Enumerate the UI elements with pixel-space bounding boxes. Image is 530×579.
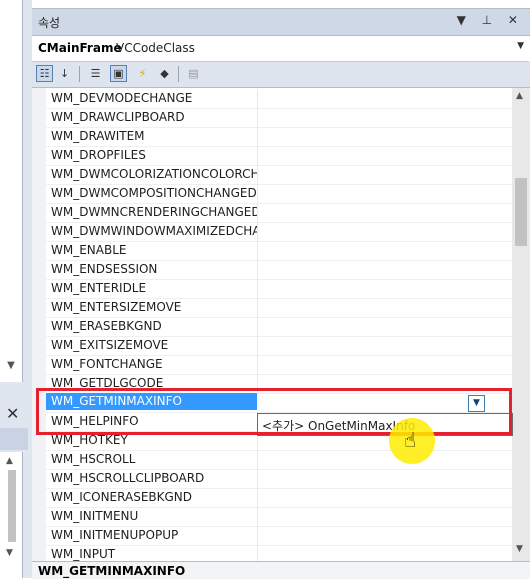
alphabetical-icon[interactable]: ↓ <box>56 65 73 82</box>
grid-row[interactable]: WM_DWMNCRENDERINGCHANGED <box>46 203 512 223</box>
column-divider <box>257 469 258 488</box>
overrides-icon[interactable]: ◆ <box>156 65 173 82</box>
grid-row[interactable]: WM_EXITSIZEMOVE <box>46 336 512 356</box>
message-name: WM_DRAWCLIPBOARD <box>51 110 185 124</box>
message-name: WM_EXITSIZEMOVE <box>51 338 169 352</box>
column-divider <box>257 298 258 317</box>
object-name: CMainFrame <box>38 41 122 55</box>
grid-row[interactable]: WM_DWMCOMPOSITIONCHANGED <box>46 184 512 204</box>
scroll-down-icon[interactable]: ▼ <box>516 544 523 554</box>
grid-row[interactable]: WM_INPUT <box>46 545 512 561</box>
close-icon[interactable]: ✕ <box>6 404 19 423</box>
grid-row[interactable]: WM_HSCROLL <box>46 450 512 470</box>
column-divider <box>257 317 258 336</box>
properties-toolbar: ☷ ↓ ☰ ▣ ⚡ ◆ ▤ <box>32 62 530 88</box>
column-divider <box>257 526 258 545</box>
message-name: WM_ENTERSIZEMOVE <box>51 300 182 314</box>
message-name: WM_DROPFILES <box>51 148 146 162</box>
grid-gutter <box>32 88 46 561</box>
message-name: WM_HSCROLLCLIPBOARD <box>51 471 205 485</box>
vertical-scrollbar[interactable]: ▲ ▼ <box>512 88 530 561</box>
column-divider <box>257 545 258 561</box>
categorized-icon[interactable]: ☷ <box>36 65 53 82</box>
grid-row[interactable]: WM_INITMENU <box>46 507 512 527</box>
message-name: WM_DWMWINDOWMAXIMIZEDCHAN <box>51 224 257 238</box>
scroll-up-icon[interactable]: ▲ <box>516 91 523 101</box>
top-strip <box>32 0 530 9</box>
panel-window-icons[interactable]: ▼ ⊥ ✕ <box>457 13 524 27</box>
column-divider <box>257 89 258 108</box>
grid-row[interactable]: WM_INITMENUPOPUP <box>46 526 512 546</box>
message-name: WM_DRAWITEM <box>51 129 145 143</box>
grid-row[interactable]: WM_DWMCOLORIZATIONCOLORCHA <box>46 165 512 185</box>
left-tab-area <box>0 428 28 450</box>
grid-row[interactable]: WM_ENTERSIZEMOVE <box>46 298 512 318</box>
object-selector[interactable]: CMainFrame VCCodeClass ▼ <box>32 36 529 62</box>
message-name: WM_INPUT <box>51 547 116 561</box>
column-divider <box>257 165 258 184</box>
left-lower-scroll-down-icon[interactable]: ▼ <box>6 548 13 558</box>
column-divider <box>257 450 258 469</box>
message-name: WM_ENTERIDLE <box>51 281 147 295</box>
message-grid: WM_DEVMODECHANGE WM_DRAWCLIPBOARD WM_DRAWI… <box>32 88 512 561</box>
column-divider <box>257 222 258 241</box>
message-name: WM_ENABLE <box>51 243 127 257</box>
column-divider <box>257 336 258 355</box>
hand-cursor-icon: ☝ <box>404 428 417 452</box>
column-divider <box>257 146 258 165</box>
column-divider <box>257 260 258 279</box>
left-lower-scroll-up-icon[interactable]: ▲ <box>6 456 13 466</box>
message-name: WM_FONTCHANGE <box>51 357 163 371</box>
panel-title-bar: 속성 ▼ ⊥ ✕ <box>32 9 530 36</box>
grid-row[interactable]: WM_FONTCHANGE <box>46 355 512 375</box>
message-name: WM_ERASEBKGND <box>51 319 162 333</box>
message-name: WM_HSCROLL <box>51 452 136 466</box>
column-divider <box>257 355 258 374</box>
column-divider <box>257 184 258 203</box>
left-upper-pane <box>0 0 23 382</box>
column-divider <box>257 127 258 146</box>
message-name: WM_DWMNCRENDERINGCHANGED <box>51 205 257 219</box>
message-name: WM_INITMENU <box>51 509 139 523</box>
grid-row[interactable]: WM_DRAWITEM <box>46 127 512 147</box>
toolbar-separator <box>79 66 80 82</box>
scroll-thumb[interactable] <box>515 178 527 246</box>
left-lower-scroll-thumb[interactable] <box>8 470 16 542</box>
grid-row[interactable]: WM_DEVMODECHANGE <box>46 89 512 109</box>
message-name: WM_DWMCOLORIZATIONCOLORCHA <box>51 167 257 181</box>
message-name: WM_ICONERASEBKGND <box>51 490 193 504</box>
column-divider <box>257 108 258 127</box>
properties-icon[interactable]: ☰ <box>87 65 104 82</box>
column-divider <box>257 241 258 260</box>
grid-row[interactable]: WM_ENTERIDLE <box>46 279 512 299</box>
message-name: WM_HOTKEY <box>51 433 128 447</box>
grid-row[interactable]: WM_DROPFILES <box>46 146 512 166</box>
highlight-annotation <box>36 388 512 435</box>
grid-row[interactable]: WM_DWMWINDOWMAXIMIZEDCHAN <box>46 222 512 242</box>
property-pages-icon[interactable]: ▤ <box>185 65 202 82</box>
message-name: WM_DEVMODECHANGE <box>51 91 193 105</box>
object-type: VCCodeClass <box>116 41 195 55</box>
grid-row[interactable]: WM_ENDSESSION <box>46 260 512 280</box>
message-name: WM_INITMENUPOPUP <box>51 528 179 542</box>
column-divider <box>257 279 258 298</box>
events-icon[interactable]: ⚡ <box>134 65 151 82</box>
column-divider <box>257 488 258 507</box>
messages-icon[interactable]: ▣ <box>110 65 127 82</box>
toolbar-separator <box>178 66 179 82</box>
left-scroll-down-icon[interactable]: ▼ <box>4 360 18 374</box>
description-bar: WM_GETMINMAXINFO <box>32 561 530 579</box>
column-divider <box>257 203 258 222</box>
grid-row[interactable]: WM_HSCROLLCLIPBOARD <box>46 469 512 489</box>
message-name: WM_ENDSESSION <box>51 262 158 276</box>
grid-row[interactable]: WM_ERASEBKGND <box>46 317 512 337</box>
panel-title: 속성 <box>38 16 61 30</box>
grid-row[interactable]: WM_ENABLE <box>46 241 512 261</box>
column-divider <box>257 507 258 526</box>
chevron-down-icon[interactable]: ▼ <box>517 41 524 51</box>
message-name: WM_DWMCOMPOSITIONCHANGED <box>51 186 257 200</box>
grid-row[interactable]: WM_DRAWCLIPBOARD <box>46 108 512 128</box>
selected-message-name: WM_GETMINMAXINFO <box>38 564 186 578</box>
grid-row[interactable]: WM_ICONERASEBKGND <box>46 488 512 508</box>
